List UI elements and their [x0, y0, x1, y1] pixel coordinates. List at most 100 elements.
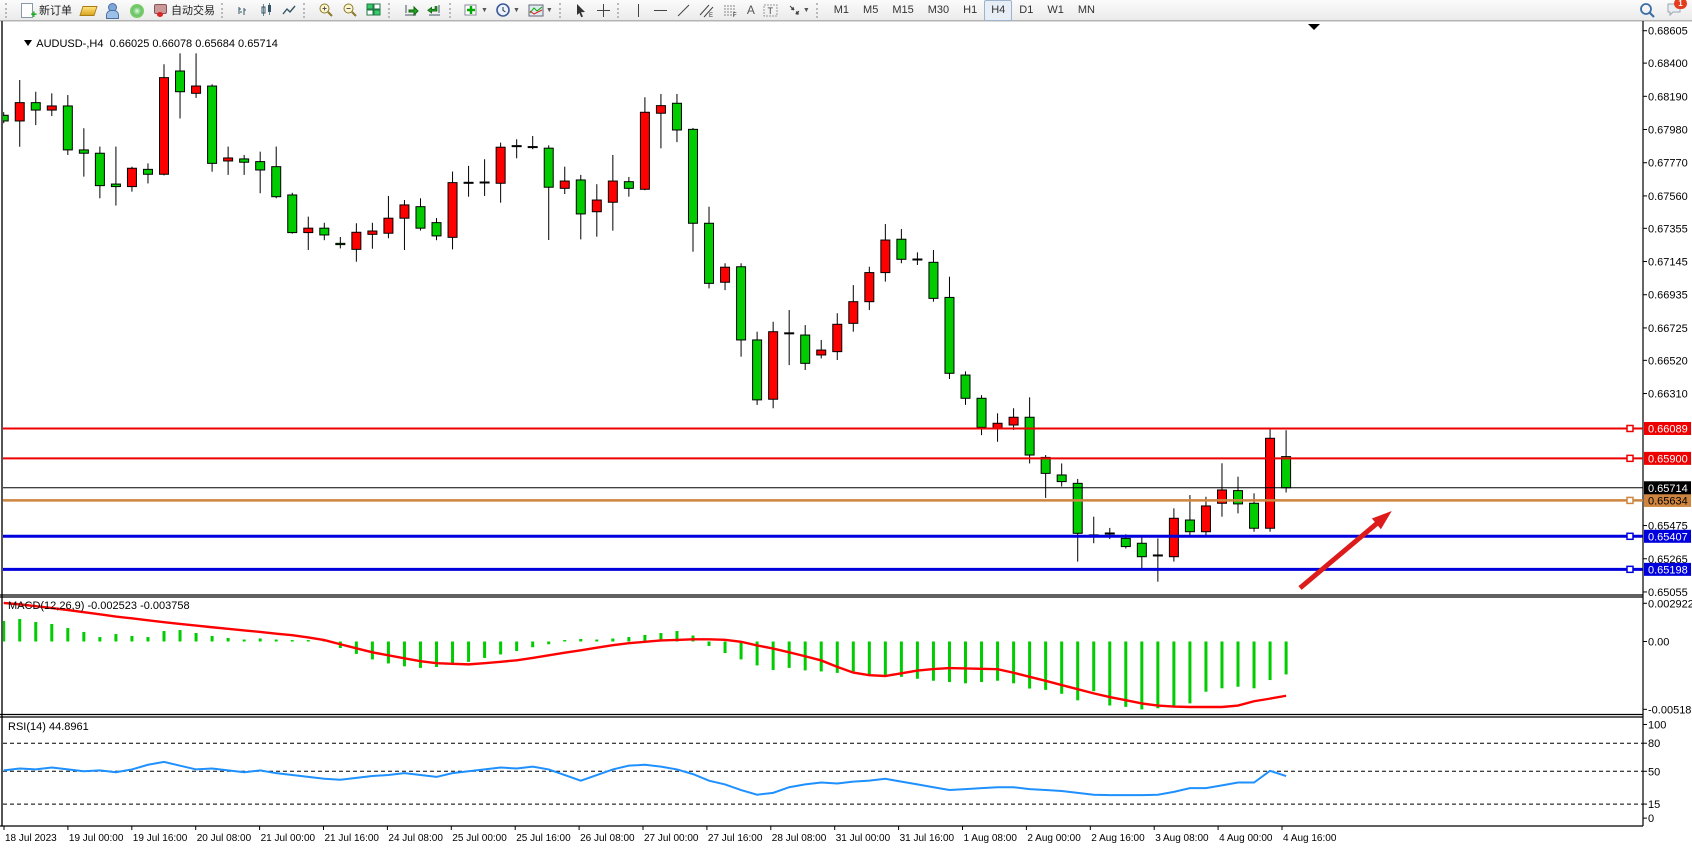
- periods-button[interactable]: ▼: [492, 0, 524, 21]
- new-order-label: 新订单: [39, 2, 72, 18]
- toolbar-grip: [5, 3, 12, 18]
- candle-body: [95, 153, 104, 185]
- chart-shift-button[interactable]: [423, 0, 447, 21]
- price-tick-label: 0.66725: [1648, 323, 1688, 335]
- indicators-icon: [464, 3, 480, 18]
- time-tick-label: 25 Jul 16:00: [516, 833, 571, 844]
- candle-body: [127, 168, 136, 186]
- candle-body: [817, 350, 826, 355]
- candle-body: [1234, 491, 1243, 504]
- candle-body: [432, 223, 441, 236]
- vertical-line-button[interactable]: [628, 0, 649, 21]
- indicators-button[interactable]: ▼: [460, 0, 492, 21]
- label-button[interactable]: T: [759, 0, 783, 21]
- hline-handle[interactable]: [1627, 455, 1633, 461]
- hline-handle[interactable]: [1627, 533, 1633, 539]
- trendline-button[interactable]: [672, 0, 695, 21]
- candle-body: [79, 150, 88, 153]
- candle-body: [1009, 417, 1018, 425]
- line-chart-button[interactable]: [278, 0, 301, 21]
- timeframe-button-mn[interactable]: MN: [1071, 0, 1102, 21]
- candle-body: [304, 228, 313, 232]
- hline-handle[interactable]: [1627, 497, 1633, 503]
- arrows-button[interactable]: ▼: [783, 0, 814, 21]
- symbol-dropdown-icon[interactable]: [24, 39, 33, 47]
- candle-body: [672, 103, 681, 130]
- time-tick-label: 21 Jul 16:00: [325, 833, 380, 844]
- candle-body: [560, 181, 569, 188]
- signals-button[interactable]: [124, 0, 148, 21]
- svg-text:T: T: [767, 6, 773, 16]
- vertical-line-icon: [632, 3, 645, 18]
- time-tick-label: 28 Jul 08:00: [772, 833, 827, 844]
- candle-body: [865, 273, 874, 302]
- text-button[interactable]: A: [743, 0, 759, 21]
- timeframe-button-m30[interactable]: M30: [921, 0, 956, 21]
- crosshair-button[interactable]: [592, 0, 615, 21]
- toolbar-grip: [617, 3, 624, 18]
- notifications-button[interactable]: 1: [1666, 2, 1682, 18]
- time-tick-label: 26 Jul 08:00: [580, 833, 635, 844]
- deposit-button[interactable]: [76, 0, 100, 21]
- chevron-down-icon: ▼: [481, 7, 488, 14]
- auto-scroll-button[interactable]: [399, 0, 423, 21]
- channel-button[interactable]: E: [695, 0, 719, 21]
- zoom-out-button[interactable]: [338, 0, 362, 21]
- chevron-down-icon: ▼: [803, 7, 810, 14]
- candle-body: [160, 78, 169, 175]
- candle-body: [1250, 503, 1259, 528]
- candle-body: [143, 169, 152, 174]
- candle-body: [320, 228, 329, 235]
- macd-axis-label: 0.002922: [1648, 598, 1692, 610]
- chart-canvas[interactable]: 0.686050.684000.681900.679800.677700.675…: [0, 0, 1692, 849]
- bar-chart-icon: [236, 3, 251, 18]
- macd-indicator-label: MACD(12,26,9) -0.002523 -0.003758: [8, 600, 190, 612]
- crosshair-icon: [596, 3, 611, 18]
- price-tag-label: 0.65634: [1648, 495, 1688, 507]
- hline-handle[interactable]: [1627, 566, 1633, 572]
- timeframe-button-h1[interactable]: H1: [956, 0, 984, 21]
- templates-button[interactable]: ▼: [524, 0, 557, 21]
- price-tick-label: 0.66310: [1648, 389, 1688, 401]
- price-tag: 0.66089: [1644, 422, 1691, 436]
- timeframe-button-h4[interactable]: H4: [984, 0, 1012, 21]
- auto-trading-icon: [152, 2, 168, 18]
- candle-body: [1041, 457, 1050, 473]
- macd-axis-label: -0.005189: [1648, 704, 1692, 716]
- hline-handle[interactable]: [1627, 425, 1633, 431]
- new-order-button[interactable]: + 新订单: [16, 0, 76, 21]
- auto-trading-button[interactable]: 自动交易: [148, 0, 219, 21]
- timeframe-button-m15[interactable]: M15: [885, 0, 920, 21]
- timeframe-button-d1[interactable]: D1: [1012, 0, 1040, 21]
- candlestick-chart-button[interactable]: [255, 0, 278, 21]
- rsi-axis-label: 50: [1648, 766, 1660, 778]
- candle-body: [384, 218, 393, 233]
- price-tag: 0.65714: [1644, 481, 1691, 495]
- timeframe-button-m1[interactable]: M1: [827, 0, 856, 21]
- fibonacci-button[interactable]: F: [719, 0, 743, 21]
- price-tick-label: 0.67560: [1648, 191, 1688, 203]
- horizontal-line-button[interactable]: [649, 0, 672, 21]
- price-tag: 0.65407: [1644, 530, 1691, 544]
- zoom-in-button[interactable]: [314, 0, 338, 21]
- tile-windows-button[interactable]: [362, 0, 386, 21]
- candle-body: [256, 162, 265, 170]
- equidistant-channel-icon: E: [699, 3, 715, 18]
- cursor-button[interactable]: [570, 0, 592, 21]
- price-tag: 0.65900: [1644, 452, 1691, 466]
- line-chart-icon: [282, 3, 297, 18]
- search-icon[interactable]: [1639, 2, 1656, 19]
- chart-title-ohlc: 0.66025 0.66078 0.65684 0.65714: [110, 38, 278, 50]
- bar-chart-button[interactable]: [232, 0, 255, 21]
- candle-body: [240, 159, 249, 162]
- candle-body: [721, 267, 730, 282]
- community-button[interactable]: [100, 0, 124, 21]
- rsi-axis-label: 80: [1648, 738, 1660, 750]
- timeframe-button-m5[interactable]: M5: [856, 0, 885, 21]
- candle-body: [688, 129, 697, 223]
- fibonacci-icon: F: [723, 3, 739, 18]
- rsi-axis-label: 100: [1648, 719, 1666, 731]
- time-tick-label: 20 Jul 08:00: [197, 833, 252, 844]
- gold-bar-icon: [80, 2, 96, 18]
- timeframe-button-w1[interactable]: W1: [1040, 0, 1071, 21]
